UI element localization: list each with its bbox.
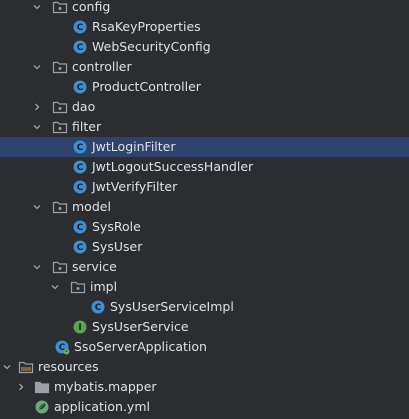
svg-text:C: C [95, 303, 102, 313]
tree-item-label: resources [38, 359, 99, 374]
chevron-down-icon[interactable] [30, 257, 44, 277]
tree-item-resources[interactable]: resources [0, 357, 409, 377]
tree-item-label: application.yml [54, 399, 150, 414]
tree-item-impl[interactable]: impl [0, 277, 409, 297]
tree-item-sysuserservice[interactable]: I SysUserService [0, 317, 409, 337]
class-icon: C [72, 19, 88, 35]
chevron-right-icon[interactable] [14, 377, 28, 397]
svg-text:C: C [77, 43, 84, 53]
svg-text:C: C [77, 223, 84, 233]
tree-item-label: filter [72, 119, 102, 134]
tree-item-label: config [72, 0, 111, 14]
tree-item-label: dao [72, 99, 96, 114]
class-icon: C [72, 159, 88, 175]
tree-item-label: WebSecurityConfig [92, 39, 211, 54]
tree-item-label: model [72, 199, 111, 214]
svg-text:I: I [78, 323, 81, 333]
chevron-right-icon[interactable] [30, 97, 44, 117]
folder-icon [52, 59, 68, 75]
tree-item-sysrole[interactable]: C SysRole [0, 217, 409, 237]
tree-item-label: service [72, 259, 117, 274]
tree-item-service[interactable]: service [0, 257, 409, 277]
resources-folder-icon [18, 359, 34, 375]
folder-icon [52, 199, 68, 215]
svg-text:C: C [77, 183, 84, 193]
tree-item-rsakeyproperties[interactable]: C RsaKeyProperties [0, 17, 409, 37]
project-tree: config C RsaKeyProperties C WebSecurityC… [0, 0, 409, 419]
tree-item-filter[interactable]: filter [0, 117, 409, 137]
class-icon: C [72, 219, 88, 235]
chevron-down-icon[interactable] [30, 197, 44, 217]
tree-item-label: SysUser [92, 239, 143, 254]
tree-item-model[interactable]: model [0, 197, 409, 217]
tree-item-label: ProductController [92, 79, 201, 94]
tree-item-label: SsoServerApplication [74, 339, 207, 354]
tree-item-label: mybatis.mapper [54, 379, 157, 394]
folder-icon [70, 279, 86, 295]
chevron-down-icon[interactable] [30, 117, 44, 137]
svg-text:C: C [77, 83, 84, 93]
folder-icon [52, 259, 68, 275]
folder-icon [52, 119, 68, 135]
class-icon: C [72, 139, 88, 155]
tree-item-label: impl [90, 279, 118, 294]
folder-icon [52, 99, 68, 115]
chevron-down-icon[interactable] [30, 0, 44, 17]
tree-item-websecurityconfig[interactable]: C WebSecurityConfig [0, 37, 409, 57]
tree-item-label: JwtLoginFilter [92, 139, 176, 154]
tree-item-sysuserserviceimpl[interactable]: C SysUserServiceImpl [0, 297, 409, 317]
tree-item-dao[interactable]: dao [0, 97, 409, 117]
tree-item-ssoserverapplication[interactable]: C SsoServerApplication [0, 337, 409, 357]
svg-text:C: C [77, 23, 84, 33]
folder-icon [52, 0, 68, 15]
tree-item-application-yml[interactable]: application.yml [0, 397, 409, 417]
tree-item-productcontroller[interactable]: C ProductController [0, 77, 409, 97]
yml-file-icon [34, 399, 50, 415]
chevron-down-icon[interactable] [30, 57, 44, 77]
class-icon: C [72, 239, 88, 255]
class-icon: C [72, 39, 88, 55]
svg-text:C: C [77, 243, 84, 253]
tree-item-label: SysUserService [92, 319, 189, 334]
tree-item-jwtlogoutsuccesshandler[interactable]: C JwtLogoutSuccessHandler [0, 157, 409, 177]
tree-item-label: SysUserServiceImpl [110, 299, 234, 314]
tree-item-sysuser[interactable]: C SysUser [0, 237, 409, 257]
tree-item-mybatis-mapper[interactable]: mybatis.mapper [0, 377, 409, 397]
tree-item-label: controller [72, 59, 132, 74]
interface-icon: I [72, 319, 88, 335]
chevron-down-icon[interactable] [48, 277, 62, 297]
tree-item-jwtloginfilter[interactable]: C JwtLoginFilter [0, 137, 409, 157]
class-icon: C [90, 299, 106, 315]
class-icon: C [72, 179, 88, 195]
class-icon: C [72, 79, 88, 95]
tree-item-config[interactable]: config [0, 0, 409, 17]
chevron-down-icon[interactable] [0, 357, 14, 377]
spring-class-icon: C [54, 339, 70, 355]
svg-text:C: C [77, 143, 84, 153]
tree-item-label: JwtLogoutSuccessHandler [92, 159, 254, 174]
tree-item-label: SysRole [92, 219, 141, 234]
tree-item-controller[interactable]: controller [0, 57, 409, 77]
svg-text:C: C [77, 163, 84, 173]
tree-item-label: JwtVerifyFilter [92, 179, 178, 194]
folder-icon [34, 379, 50, 395]
tree-item-label: RsaKeyProperties [92, 19, 201, 34]
tree-item-jwtverifyfilter[interactable]: C JwtVerifyFilter [0, 177, 409, 197]
